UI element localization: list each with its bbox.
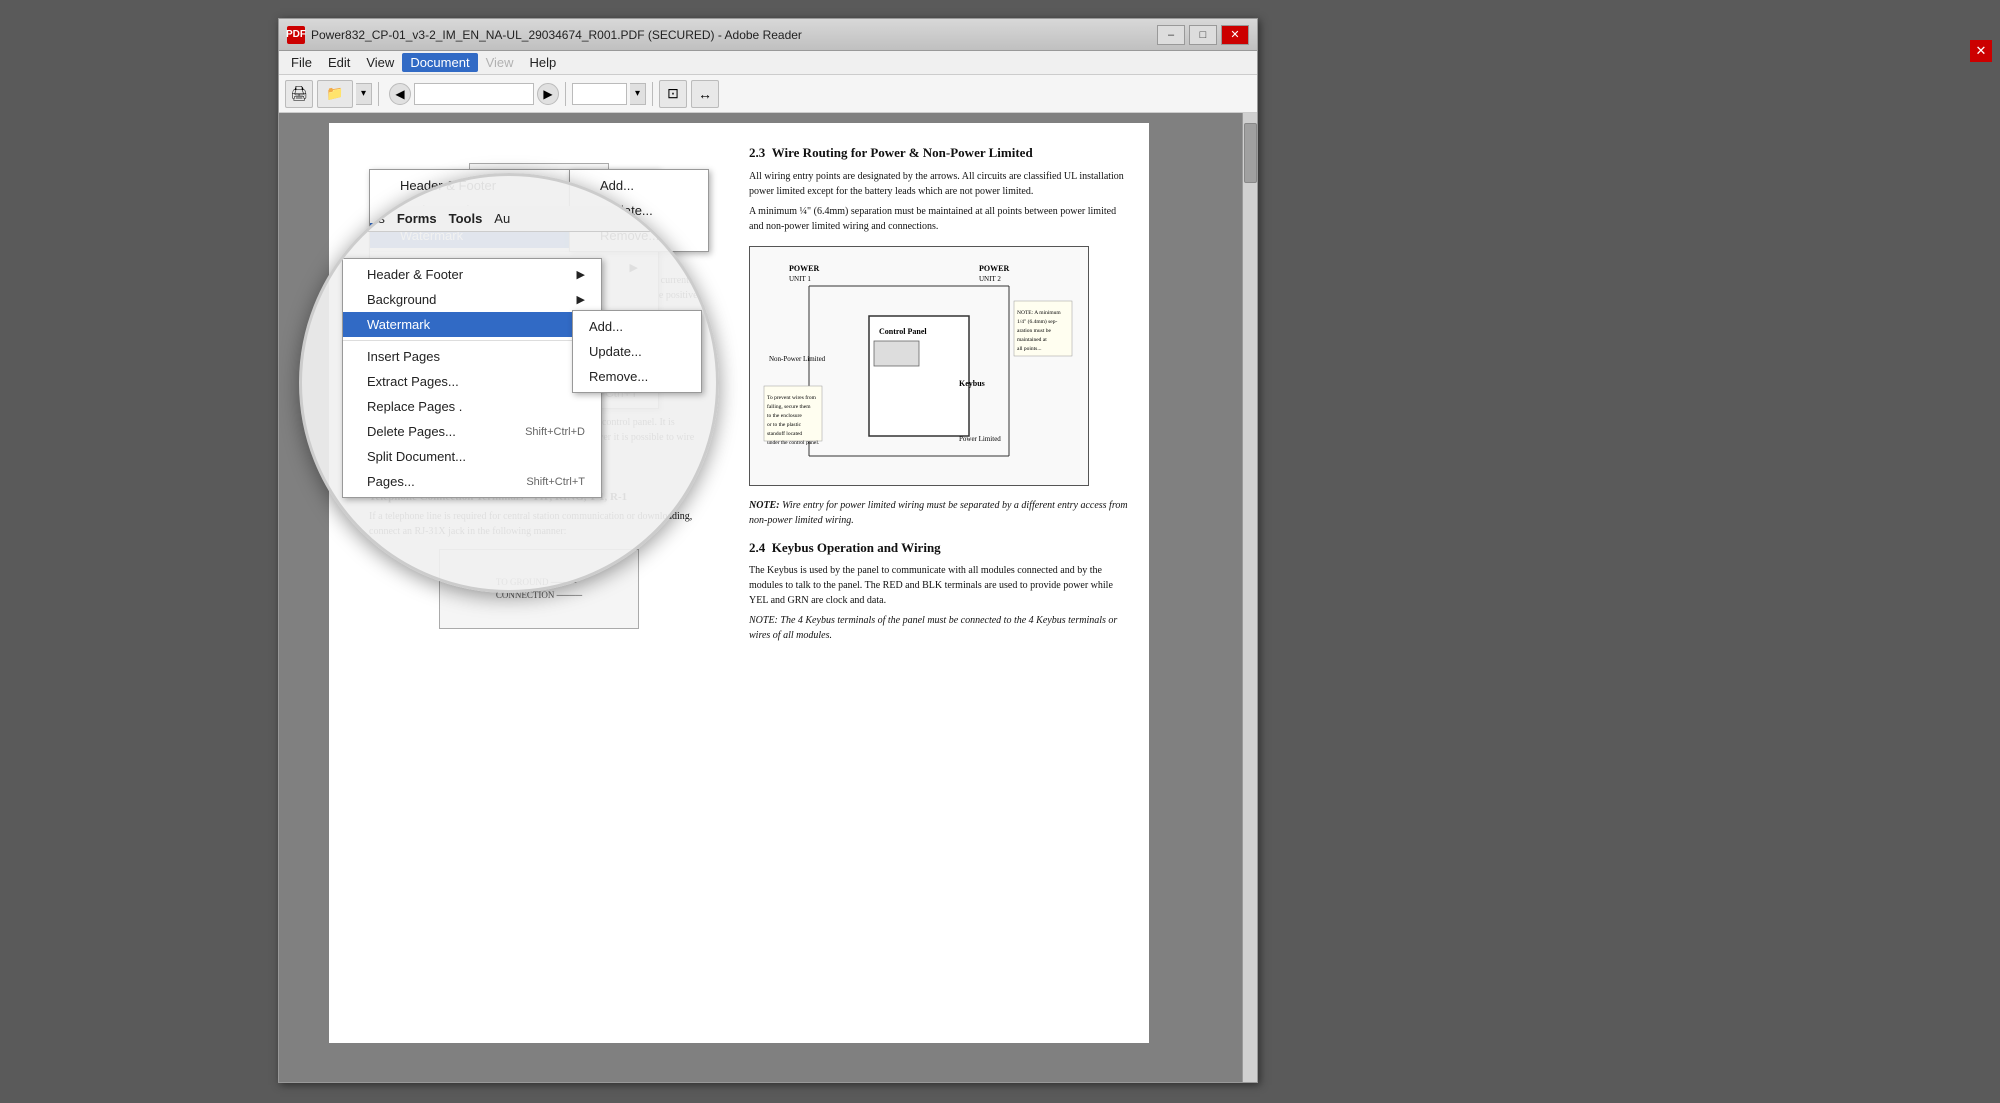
section-24-text: The Keybus is used by the panel to commu…	[749, 563, 1129, 608]
zoom-input[interactable]: 92,8%	[572, 83, 627, 105]
menu-item-delete-pages[interactable]: Delete Pages... Shift+Ctrl+D	[370, 330, 658, 355]
window-controls: – □ ✕	[1157, 25, 1249, 45]
sep3	[652, 82, 653, 106]
watermark-add[interactable]: Add...	[570, 173, 708, 198]
content-area: DSCRM-1CCOM NC NO is designed so led by …	[279, 113, 1257, 1082]
diagram-note: NOTE: Wire entry for power limited wirin…	[749, 498, 1129, 528]
menu-document[interactable]: Document	[402, 53, 477, 72]
menu-help[interactable]: Help	[522, 53, 565, 72]
watermark-submenu: Add... Update... Remove...	[569, 169, 709, 252]
menu-item-insert-pages[interactable]: Insert Pages ▶	[370, 255, 658, 280]
app-icon-text: PDF	[286, 29, 306, 40]
maximize-button[interactable]: □	[1189, 25, 1217, 45]
prev-page-button[interactable]: ◀	[389, 83, 411, 105]
svg-text:To prevent wires from: To prevent wires from	[767, 394, 817, 401]
svg-text:POWER: POWER	[789, 264, 819, 273]
svg-text:Control Panel: Control Panel	[879, 327, 927, 336]
svg-text:all points...: all points...	[1017, 346, 1042, 352]
page-input[interactable]	[414, 83, 534, 105]
print-button[interactable]: 🖨	[285, 80, 313, 108]
main-window: PDF Power832_CP-01_v3-2_IM_EN_NA-UL_2903…	[278, 18, 1258, 1083]
pdf-right-col: 2.3 Wire Routing for Power & Non-Power L…	[749, 143, 1129, 643]
svg-text:1/4" (6.4mm) sep-: 1/4" (6.4mm) sep-	[1017, 318, 1057, 325]
sep1	[378, 82, 379, 106]
pdf-tel-text: If a telephone line is required for cent…	[369, 509, 709, 539]
close-button[interactable]: ✕	[1221, 25, 1249, 45]
circuit-svg: POWER UNIT 1 POWER UNIT 2 Control Panel	[759, 256, 1079, 476]
main-circuit-diagram: POWER UNIT 1 POWER UNIT 2 Control Panel	[749, 246, 1089, 486]
svg-text:aration must be: aration must be	[1017, 328, 1051, 334]
svg-text:NOTE: A minimum: NOTE: A minimum	[1017, 310, 1061, 316]
app-icon: PDF	[287, 26, 305, 44]
menu-view[interactable]: View	[358, 53, 402, 72]
fit-width-button[interactable]: ↔	[691, 80, 719, 108]
open-button[interactable]: 📁	[317, 80, 353, 108]
menu-edit[interactable]: Edit	[320, 53, 358, 72]
menu-item-extract-pages[interactable]: Extract Pages...	[370, 280, 658, 305]
menu-file[interactable]: File	[283, 53, 320, 72]
menu-item-replace-pages[interactable]: Replace Pages...	[370, 305, 658, 330]
open-dropdown[interactable]: ▾	[356, 83, 372, 105]
menu-item-pages[interactable]: Pages... Shift+Ctrl+T	[370, 380, 658, 405]
window-title: Power832_CP-01_v3-2_IM_EN_NA-UL_29034674…	[311, 28, 1157, 42]
toolbar-group-nav: 📁 ▾	[317, 80, 372, 108]
watermark-remove[interactable]: Remove...	[570, 223, 708, 248]
svg-text:UNIT 1: UNIT 1	[789, 275, 811, 283]
svg-text:Power Limited: Power Limited	[959, 435, 1001, 443]
menu-view2[interactable]: View	[478, 53, 522, 72]
section-24-note: NOTE: The 4 Keybus terminals of the pane…	[749, 613, 1129, 643]
phone-diagram: TO GROUND ────CONNECTION ────	[439, 549, 639, 629]
scrollbar-thumb[interactable]	[1244, 123, 1257, 183]
svg-text:under the control panel.: under the control panel.	[767, 440, 820, 446]
svg-text:UNIT 2: UNIT 2	[979, 275, 1001, 283]
svg-text:maintained at: maintained at	[1017, 337, 1047, 343]
section-23-text2: A minimum ¼" (6.4mm) separation must be …	[749, 204, 1129, 234]
svg-text:Non-Power Limited: Non-Power Limited	[769, 355, 826, 363]
next-page-button[interactable]: ▶	[537, 83, 559, 105]
scrollbar[interactable]	[1242, 113, 1257, 1082]
pdf-tel-title: Telephone Connection Terminals - TIP, RI…	[369, 489, 709, 506]
minimize-button[interactable]: –	[1157, 25, 1185, 45]
zoom-group: 92,8% ▾	[572, 83, 646, 105]
page-nav: ◀ ▶	[389, 83, 559, 105]
svg-text:standoff located: standoff located	[767, 430, 802, 437]
menu-item-split-document[interactable]: Split Document...	[370, 355, 658, 380]
svg-text:POWER: POWER	[979, 264, 1009, 273]
zoom-dropdown[interactable]: ▾	[630, 83, 646, 105]
toolbar: 🖨 📁 ▾ ◀ ▶ 92,8% ▾ ⊡ ↔	[279, 75, 1257, 113]
section-23-title: 2.3 Wire Routing for Power & Non-Power L…	[749, 143, 1129, 163]
svg-text:Keybus: Keybus	[959, 379, 985, 388]
menu-bar: File Edit View Document View Help	[279, 51, 1257, 75]
title-bar: PDF Power832_CP-01_v3-2_IM_EN_NA-UL_2903…	[279, 19, 1257, 51]
pdf-zone-text: Each detection device must be connected …	[369, 415, 709, 460]
section-23-text: All wiring entry points are designated b…	[749, 169, 1129, 199]
sep2	[565, 82, 566, 106]
svg-text:or to the plastic: or to the plastic	[767, 422, 802, 428]
svg-text:falling, secure them: falling, secure them	[767, 403, 811, 410]
pdf-zone-text2: For zone wiring specifics, see section '…	[369, 464, 709, 479]
extra-close-button[interactable]: ✕	[1970, 40, 1992, 62]
section-24-title: 2.4 Keybus Operation and Wiring	[749, 538, 1129, 558]
fit-page-button[interactable]: ⊡	[659, 80, 687, 108]
watermark-update[interactable]: Update...	[570, 198, 708, 223]
svg-text:to the enclosure: to the enclosure	[767, 413, 802, 419]
